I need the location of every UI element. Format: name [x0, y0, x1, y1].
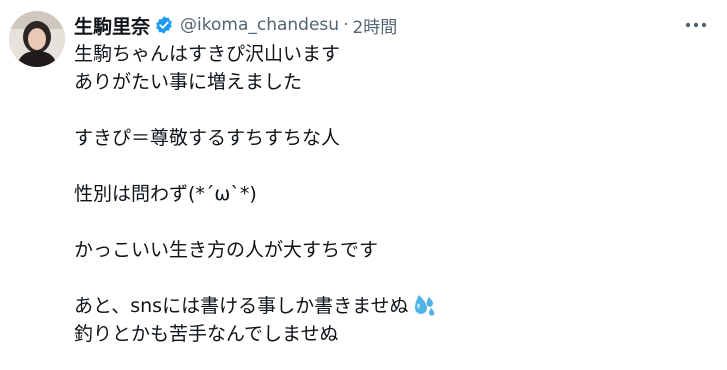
- tweet-line-with-emoji: あと、snsには書ける事しか書きませぬ: [74, 292, 694, 320]
- avatar[interactable]: [9, 11, 65, 67]
- tweet-line: あと、snsには書ける事しか書きませぬ: [74, 295, 409, 317]
- tweet-line: ありがたい事に増えました: [74, 71, 303, 93]
- avatar-photo: [9, 11, 65, 67]
- tweet-card[interactable]: 生駒里奈 @ikoma_chandesu · 2時間 生駒ちゃんはすきぴ沢山いま…: [0, 0, 727, 370]
- more-options-icon[interactable]: [683, 14, 709, 36]
- separator-dot: ·: [343, 15, 349, 35]
- tweet-text: 生駒ちゃんはすきぴ沢山います ありがたい事に増えました すきぴ＝尊敬するすちすち…: [74, 40, 694, 348]
- tweet-line: 性別は問わず(*´ω`*): [74, 183, 257, 205]
- user-handle[interactable]: @ikoma_chandesu: [180, 15, 339, 35]
- display-name[interactable]: 生駒里奈: [74, 12, 150, 39]
- tweet-line: 釣りとかも苦手なんでしませぬ: [74, 323, 339, 345]
- timestamp[interactable]: 2時間: [352, 13, 397, 38]
- tweet-header: 生駒里奈 @ikoma_chandesu · 2時間: [74, 10, 397, 40]
- sweat-droplets-emoji-icon: [411, 293, 437, 317]
- tweet-line: かっこいい生き方の人が大すちです: [74, 239, 379, 261]
- verified-badge-icon: [154, 15, 174, 35]
- tweet-line: すきぴ＝尊敬するすちすちな人: [74, 127, 341, 149]
- tweet-line: 生駒ちゃんはすきぴ沢山います: [74, 43, 341, 65]
